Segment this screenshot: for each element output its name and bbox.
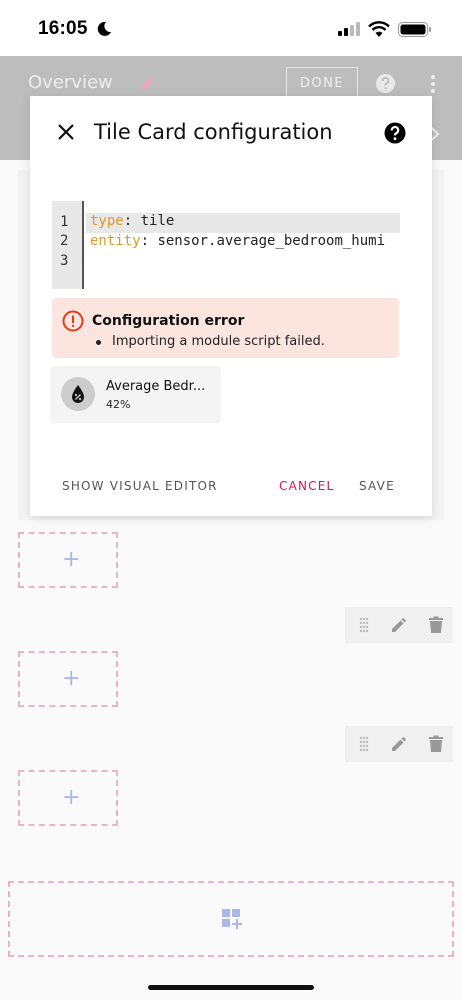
help-icon[interactable] — [375, 73, 396, 94]
section-edit-toolbar — [345, 726, 453, 762]
alert-circle-icon — [62, 310, 84, 332]
code-line[interactable]: entity: sensor.average_bedroom_humi — [90, 233, 385, 253]
drag-handle-icon[interactable] — [358, 736, 370, 752]
tile-card-config-dialog: Tile Card configuration 1 2 3 type: tile… — [30, 96, 432, 516]
add-section-icon — [222, 909, 242, 929]
tile-state: 42% — [106, 398, 131, 411]
dialog-title: Tile Card configuration — [94, 120, 333, 144]
yaml-key: type — [90, 213, 124, 229]
save-button[interactable]: SAVE — [359, 479, 395, 493]
tile-card-preview[interactable]: Average Bedr... 42% — [50, 366, 221, 423]
more-vert-icon[interactable] — [428, 74, 438, 94]
delete-icon[interactable] — [428, 735, 444, 753]
plus-icon: + — [62, 547, 81, 572]
signal-icon — [338, 22, 360, 36]
status-time: 16:05 — [38, 18, 88, 39]
yaml-value: sensor.average_bedroom_humi — [149, 233, 386, 249]
line-number-gutter: 1 2 3 — [52, 201, 84, 289]
add-section-button[interactable] — [8, 881, 454, 957]
code-line[interactable]: type: tile — [86, 213, 400, 233]
error-message: Importing a module script failed. — [112, 334, 325, 349]
yaml-key: entity — [90, 233, 141, 249]
drag-handle-icon[interactable] — [358, 617, 370, 633]
pencil-icon[interactable] — [138, 73, 158, 93]
done-button[interactable]: DONE — [286, 67, 358, 99]
line-number: 2 — [60, 233, 69, 249]
tile-name: Average Bedr... — [106, 379, 206, 394]
add-card-button[interactable]: + — [18, 532, 118, 588]
line-number: 1 — [60, 214, 69, 230]
line-number: 3 — [60, 253, 69, 269]
add-card-button[interactable]: + — [18, 651, 118, 707]
close-icon[interactable] — [56, 122, 76, 142]
bullet — [96, 340, 101, 345]
help-icon[interactable] — [384, 122, 406, 144]
battery-icon — [398, 22, 431, 37]
cancel-button[interactable]: CANCEL — [279, 479, 334, 493]
config-error-alert: Configuration error Importing a module s… — [52, 298, 399, 358]
plus-icon: + — [62, 785, 81, 810]
yaml-value: tile — [132, 213, 175, 229]
pencil-icon[interactable] — [390, 735, 408, 753]
section-edit-toolbar — [345, 607, 453, 643]
plus-icon: + — [62, 666, 81, 691]
dashboard-title: Overview — [28, 72, 113, 93]
yaml-code-editor[interactable]: 1 2 3 type: tile entity: sensor.average_… — [52, 201, 400, 289]
home-indicator[interactable] — [148, 985, 314, 990]
wifi-icon — [368, 21, 390, 37]
water-percent-icon[interactable] — [61, 377, 95, 411]
add-card-button[interactable]: + — [18, 770, 118, 826]
error-title: Configuration error — [92, 313, 245, 329]
moon-icon — [97, 21, 111, 36]
show-visual-editor-button[interactable]: SHOW VISUAL EDITOR — [62, 479, 218, 493]
delete-icon[interactable] — [428, 616, 444, 634]
status-bar: 16:05 — [0, 0, 462, 56]
pencil-icon[interactable] — [390, 616, 408, 634]
